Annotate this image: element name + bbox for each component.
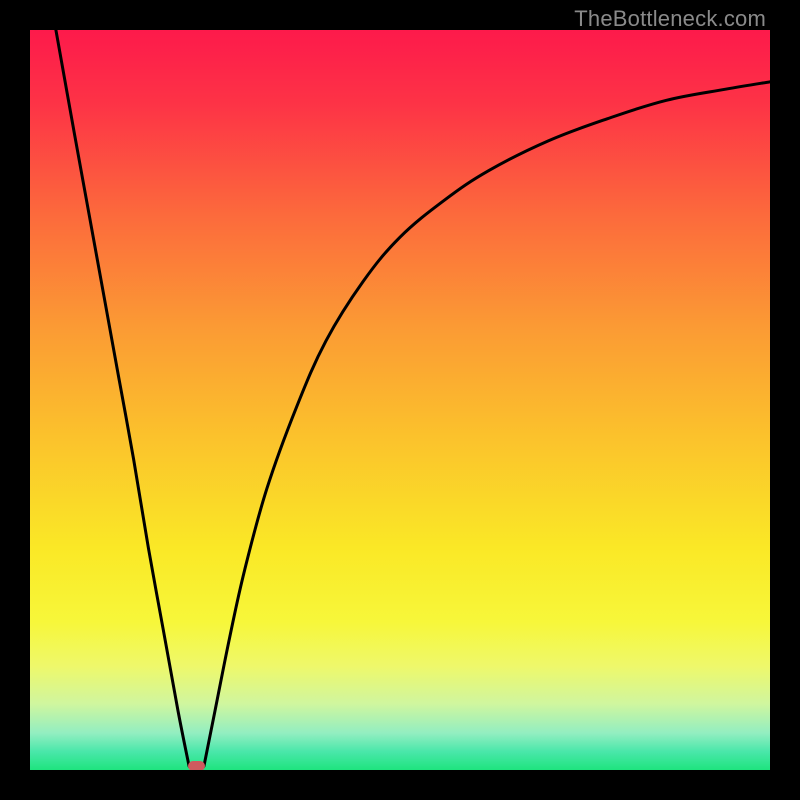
- watermark-text: TheBottleneck.com: [574, 6, 766, 32]
- chart-frame: TheBottleneck.com: [0, 0, 800, 800]
- plot-area: [30, 30, 770, 770]
- bottleneck-curve: [30, 30, 770, 770]
- bottleneck-marker: [188, 761, 204, 770]
